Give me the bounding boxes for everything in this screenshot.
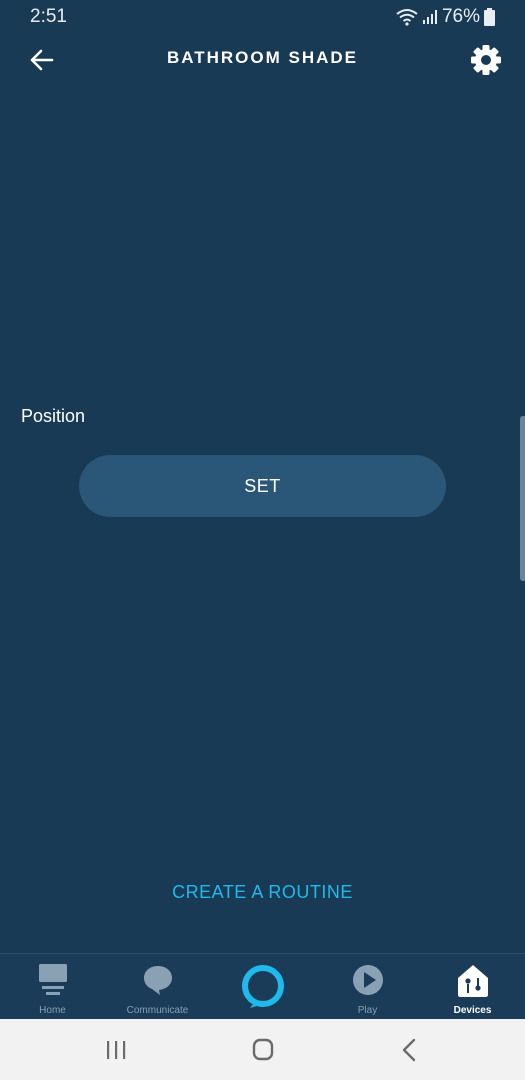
page-title: BATHROOM SHADE — [166, 48, 359, 67]
nav-play[interactable]: Play — [315, 954, 420, 1020]
status-icons: 76% — [396, 6, 495, 28]
recents-button[interactable] — [96, 1033, 136, 1067]
play-icon — [352, 965, 383, 995]
nav-devices[interactable]: Devices — [420, 954, 525, 1020]
status-bar: 2:51 76% — [0, 0, 525, 34]
home-icon — [38, 964, 67, 995]
battery-percent: 76% — [441, 6, 480, 27]
position-label: Position — [21, 406, 86, 426]
settings-button[interactable] — [467, 41, 505, 79]
app-header: BATHROOM SHADE — [0, 34, 525, 86]
scroll-indicator[interactable] — [520, 416, 525, 581]
wifi-icon — [396, 9, 418, 26]
nav-play-label: Play — [357, 1005, 378, 1016]
nav-home[interactable]: Home — [0, 954, 105, 1020]
back-chevron-icon — [402, 1038, 416, 1062]
alexa-ring-icon — [241, 965, 284, 1008]
nav-communicate-label: Communicate — [126, 1005, 189, 1016]
nav-home-label: Home — [39, 1005, 66, 1016]
home-system-button[interactable] — [243, 1033, 283, 1067]
devices-icon — [457, 965, 488, 997]
status-time: 2:51 — [30, 6, 67, 27]
bottom-nav: Home Communicate Play Devices — [0, 953, 525, 1020]
signal-icon — [422, 10, 437, 24]
nav-communicate[interactable]: Communicate — [105, 954, 210, 1020]
back-system-button[interactable] — [389, 1033, 429, 1067]
nav-devices-label: Devices — [453, 1005, 492, 1016]
recents-icon — [107, 1041, 126, 1059]
gear-icon — [471, 45, 501, 75]
nav-alexa[interactable] — [210, 954, 315, 1020]
battery-icon — [484, 8, 495, 26]
speech-bubble-icon — [143, 966, 172, 995]
create-routine-link[interactable]: CREATE A ROUTINE — [0, 882, 525, 903]
home-circle-icon — [252, 1038, 274, 1061]
set-button[interactable]: SET — [79, 455, 446, 517]
android-nav-bar — [0, 1019, 525, 1080]
